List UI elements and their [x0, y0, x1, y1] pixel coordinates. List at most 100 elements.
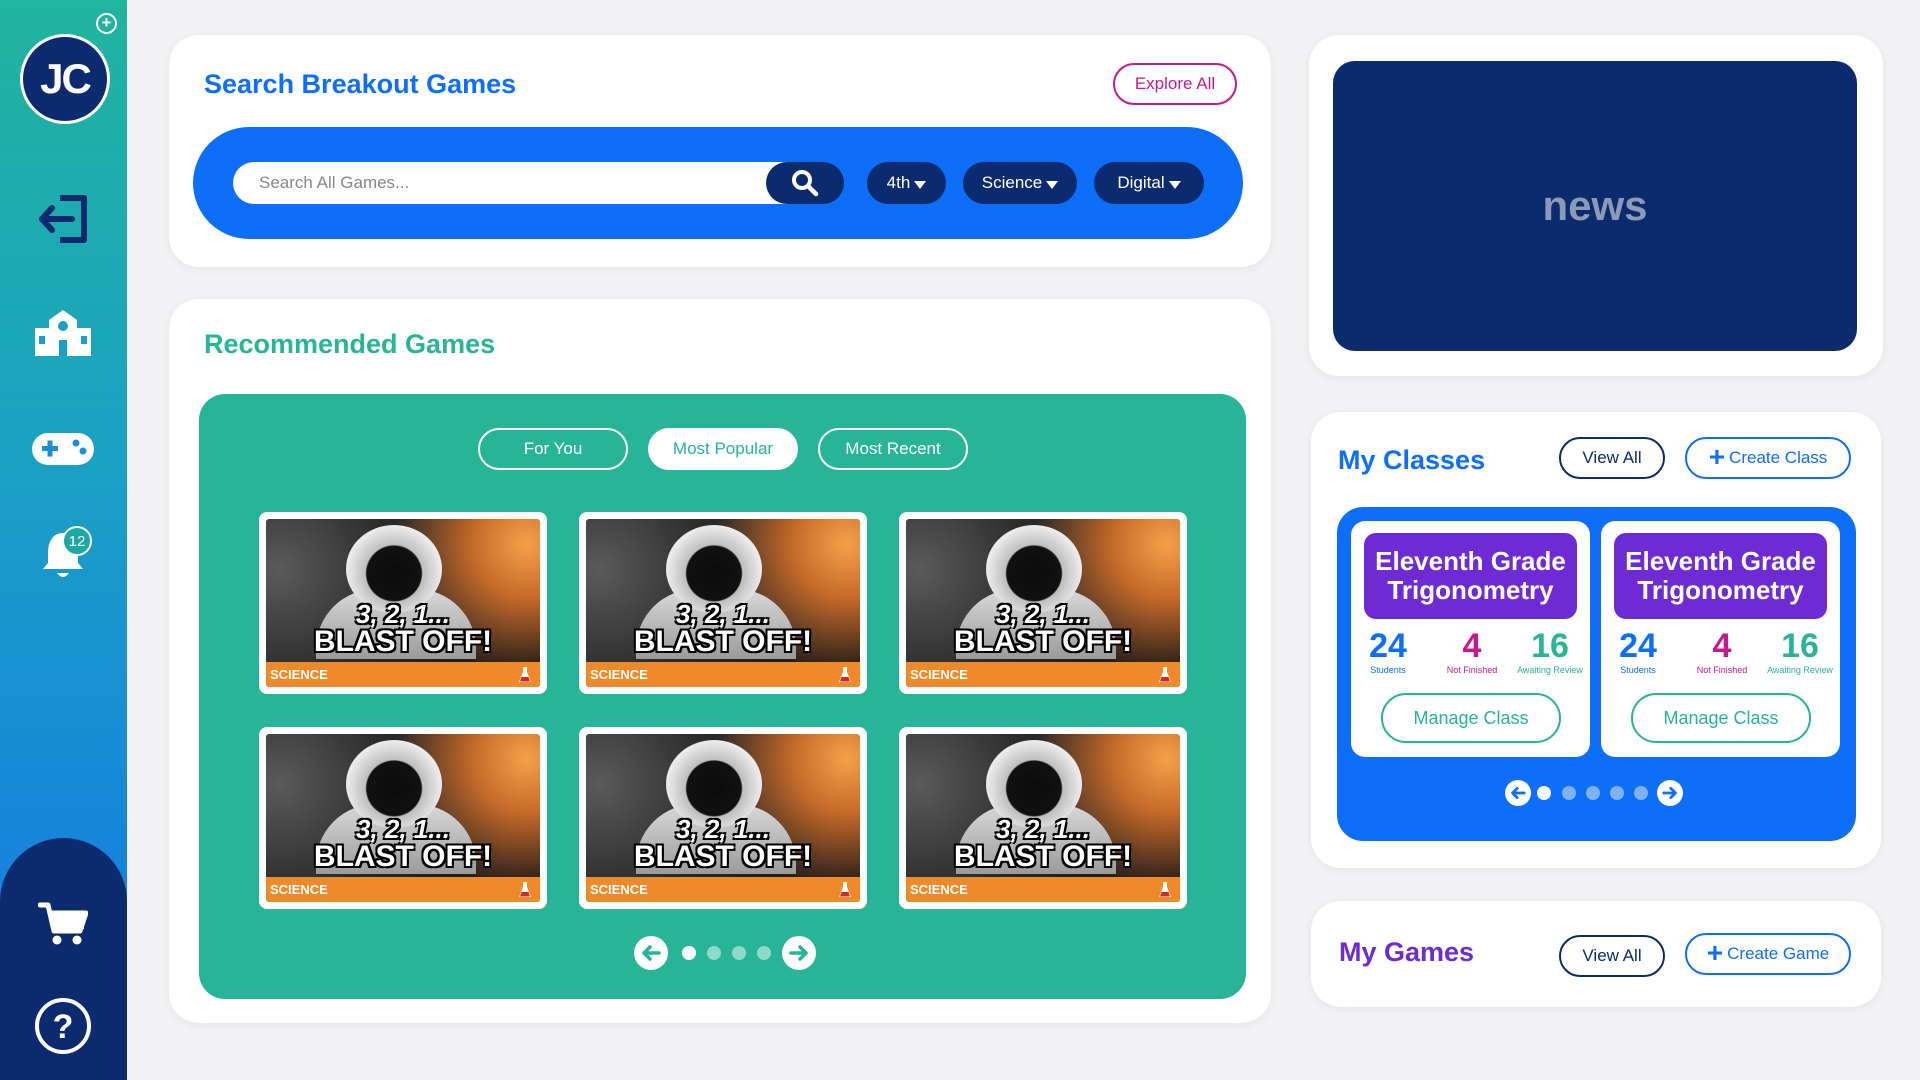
not-finished-label: Not Finished	[1696, 665, 1748, 675]
game-tile[interactable]: 3, 2, 1... BLAST OFF! SCIENCE	[899, 512, 1187, 694]
subject-filter-label: Science	[981, 173, 1043, 192]
classes-next-button[interactable]	[1657, 780, 1683, 806]
grade-filter-label: 4th	[886, 173, 911, 192]
awaiting-label: Awaiting Review	[1767, 665, 1833, 675]
flask-icon	[1159, 882, 1171, 897]
game-tile[interactable]: 3, 2, 1... BLAST OFF! SCIENCE	[259, 727, 547, 909]
plus-icon: +	[1708, 440, 1726, 472]
game-subject-tag: SCIENCE	[586, 877, 860, 902]
view-all-classes-button[interactable]: View All	[1559, 437, 1665, 479]
recommended-title: Recommended Games	[204, 329, 496, 359]
page-dot-2[interactable]	[707, 946, 721, 960]
game-thumbnail: 3, 2, 1... BLAST OFF! SCIENCE	[266, 734, 540, 902]
add-account-icon[interactable]: +	[96, 13, 117, 34]
game-tile[interactable]: 3, 2, 1... BLAST OFF! SCIENCE	[259, 512, 547, 694]
game-subject: SCIENCE	[910, 667, 968, 682]
logout-icon[interactable]	[28, 189, 98, 249]
create-class-button[interactable]: + Create Class	[1685, 437, 1851, 479]
game-title-line2: BLAST OFF!	[953, 840, 1133, 873]
explore-all-button[interactable]: Explore All	[1113, 63, 1237, 105]
classes-prev-button[interactable]	[1505, 780, 1531, 806]
create-game-button[interactable]: + Create Game	[1685, 933, 1851, 975]
help-icon[interactable]: ?	[28, 996, 98, 1056]
game-subject: SCIENCE	[590, 667, 648, 682]
game-subject-tag: SCIENCE	[266, 662, 540, 687]
subject-filter-dropdown[interactable]: Science	[963, 162, 1077, 204]
classes-page-dot-4[interactable]	[1610, 786, 1624, 800]
awaiting-count: 16	[1531, 627, 1569, 665]
gamepad-icon[interactable]	[28, 419, 98, 479]
chevron-down-icon	[1168, 180, 1181, 189]
search-title: Search Breakout Games	[204, 69, 517, 99]
manage-class-button[interactable]: Manage Class	[1381, 693, 1561, 743]
search-button[interactable]	[766, 162, 844, 204]
game-title-line2: BLAST OFF!	[313, 840, 493, 873]
notification-badge: 12	[62, 526, 92, 556]
sidebar-bottom-panel: ?	[0, 838, 127, 1080]
search-games-card: Search Breakout Games Explore All 4th Sc…	[169, 35, 1271, 267]
not-finished-count: 4	[1462, 627, 1482, 665]
page-dot-4[interactable]	[757, 946, 771, 960]
game-thumbnail: 3, 2, 1... BLAST OFF! SCIENCE	[586, 734, 860, 902]
game-title-line2: BLAST OFF!	[953, 625, 1133, 658]
class-card[interactable]: Eleventh Grade Trigonometry 24 Students …	[1601, 521, 1840, 757]
search-bar: 4th Science Digital	[193, 127, 1243, 239]
search-icon	[792, 170, 819, 197]
game-subject: SCIENCE	[910, 882, 968, 897]
tab-for-you[interactable]: For You	[478, 428, 628, 470]
my-games-title: My Games	[1339, 937, 1475, 967]
stat-students: 24 Students	[1348, 629, 1428, 675]
news-banner[interactable]: news	[1333, 61, 1857, 351]
sidebar: JC + 12 ?	[0, 0, 127, 1080]
game-thumbnail: 3, 2, 1... BLAST OFF! SCIENCE	[906, 734, 1180, 902]
class-name: Eleventh Grade Trigonometry	[1614, 533, 1827, 619]
classes-carousel: Eleventh Grade Trigonometry 24 Students …	[1337, 507, 1856, 841]
stat-not-finished: 4 Not Finished	[1432, 629, 1512, 675]
classes-page-dot-5[interactable]	[1634, 786, 1648, 800]
page-dot-1[interactable]	[682, 946, 696, 960]
game-subject-tag: SCIENCE	[906, 662, 1180, 687]
search-input[interactable]	[233, 162, 793, 204]
page-dot-3[interactable]	[732, 946, 746, 960]
classes-page-dot-1[interactable]	[1537, 786, 1551, 800]
stat-awaiting-review: 16 Awaiting Review	[1765, 629, 1835, 675]
avatar-initials: JC	[40, 55, 92, 102]
school-icon[interactable]	[28, 303, 98, 363]
news-card: news	[1309, 35, 1883, 376]
students-label: Students	[1620, 665, 1656, 675]
tab-most-popular[interactable]: Most Popular	[648, 428, 798, 470]
create-game-label: Create Game	[1727, 944, 1830, 963]
tab-most-recent[interactable]: Most Recent	[818, 428, 968, 470]
stat-students: 24 Students	[1598, 629, 1678, 675]
game-tile[interactable]: 3, 2, 1... BLAST OFF! SCIENCE	[899, 727, 1187, 909]
game-subject-tag: SCIENCE	[266, 877, 540, 902]
user-avatar[interactable]: JC	[20, 34, 110, 124]
format-filter-dropdown[interactable]: Digital	[1094, 162, 1204, 204]
game-tile[interactable]: 3, 2, 1... BLAST OFF! SCIENCE	[579, 727, 867, 909]
chevron-down-icon	[914, 180, 927, 189]
awaiting-count: 16	[1781, 627, 1819, 665]
plus-icon: +	[1706, 936, 1724, 968]
chevron-down-icon	[1046, 180, 1059, 189]
classes-page-dot-2[interactable]	[1562, 786, 1576, 800]
game-thumbnail: 3, 2, 1... BLAST OFF! SCIENCE	[266, 519, 540, 687]
view-all-games-button[interactable]: View All	[1559, 935, 1665, 977]
students-count: 24	[1619, 627, 1657, 665]
svg-text:?: ?	[53, 1008, 74, 1046]
next-page-button[interactable]	[782, 936, 816, 970]
game-subject-tag: SCIENCE	[586, 662, 860, 687]
recommended-games-card: Recommended Games For You Most Popular M…	[169, 299, 1271, 1023]
class-card[interactable]: Eleventh Grade Trigonometry 24 Students …	[1351, 521, 1590, 757]
manage-class-button[interactable]: Manage Class	[1631, 693, 1811, 743]
students-label: Students	[1370, 665, 1406, 675]
classes-page-dot-3[interactable]	[1586, 786, 1600, 800]
cart-icon[interactable]	[28, 894, 98, 954]
flask-icon	[839, 882, 851, 897]
arrow-right-icon	[1662, 786, 1677, 800]
students-count: 24	[1369, 627, 1407, 665]
prev-page-button[interactable]	[634, 936, 668, 970]
grade-filter-dropdown[interactable]: 4th	[867, 162, 946, 204]
game-tile[interactable]: 3, 2, 1... BLAST OFF! SCIENCE	[579, 512, 867, 694]
stat-not-finished: 4 Not Finished	[1682, 629, 1762, 675]
arrow-left-icon	[642, 945, 661, 961]
